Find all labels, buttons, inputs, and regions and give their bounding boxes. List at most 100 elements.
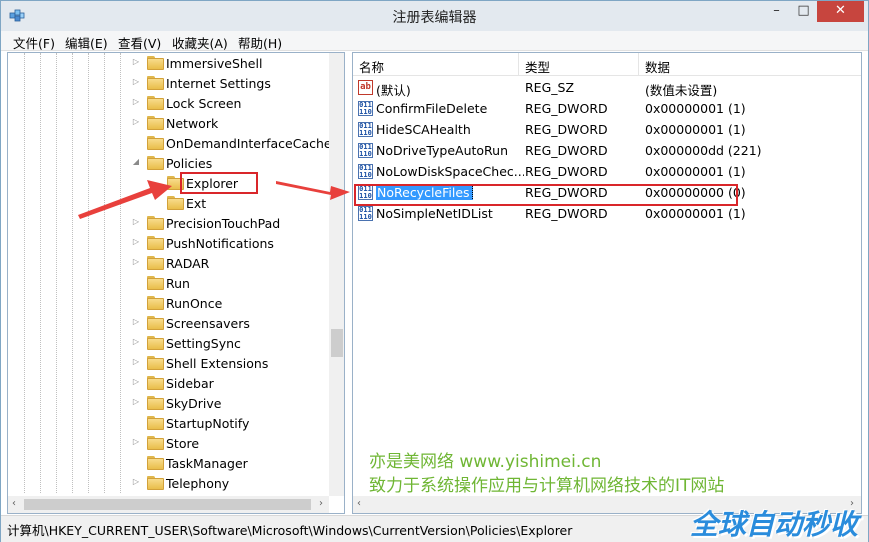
tree-item[interactable]: ▷ Lock Screen <box>8 94 328 114</box>
tree-horizontal-scrollbar[interactable]: ‹ › <box>8 496 329 513</box>
value-type: REG_DWORD <box>525 206 608 221</box>
tree-item-label: ImmersiveShell <box>166 56 263 71</box>
tree-item-label: Telephony <box>166 476 230 491</box>
tree-vertical-scrollbar[interactable] <box>329 53 344 496</box>
value-row[interactable]: 011 110 NoDriveTypeAutoRun REG_DWORD 0x0000… <box>353 140 861 161</box>
expand-arrow-icon[interactable]: ▷ <box>131 437 141 446</box>
folder-icon <box>147 156 164 170</box>
tree-item-label: Store <box>166 436 200 451</box>
column-header-type[interactable]: 类型 <box>519 53 639 75</box>
tree-item[interactable]: ▷ Store <box>8 434 328 454</box>
tree-item[interactable]: ▷ Sidebar <box>8 374 328 394</box>
tree-item-label: PushNotifications <box>166 236 274 251</box>
value-type: REG_DWORD <box>525 101 608 116</box>
expand-arrow-icon[interactable]: ▷ <box>131 97 141 106</box>
value-name-text: (默认) <box>376 83 411 98</box>
values-pane[interactable]: 名称 类型 数据 ab (默认) REG_SZ (数值未设置) 011 110 Confi… <box>352 52 862 514</box>
binary-value-icon: 011 110 <box>358 122 373 137</box>
value-row[interactable]: 011 110 HideSCAHealth REG_DWORD 0x00000001 … <box>353 119 861 140</box>
tree-item[interactable]: ▷ PrecisionTouchPad <box>8 214 328 234</box>
value-row[interactable]: 011 110 ConfirmFileDelete REG_DWORD 0x00000… <box>353 98 861 119</box>
tree-item-label: Lock Screen <box>166 96 242 111</box>
folder-icon <box>147 336 164 350</box>
folder-icon <box>147 316 164 330</box>
tree-item[interactable]: ▷ ImmersiveShell <box>8 54 328 74</box>
value-data: 0x00000001 (1) <box>645 101 746 116</box>
folder-icon <box>147 376 164 390</box>
tree-item[interactable]: ▷ SettingSync <box>8 334 328 354</box>
tree-item[interactable]: TaskManager <box>8 454 328 474</box>
collapse-arrow-icon[interactable]: ◢ <box>131 157 141 166</box>
tree-horizontal-scroll-thumb[interactable] <box>24 499 311 510</box>
folder-icon <box>147 296 164 310</box>
expand-arrow-icon[interactable]: ▷ <box>131 377 141 386</box>
folder-icon <box>167 196 184 210</box>
expand-arrow-icon[interactable]: ▷ <box>131 217 141 226</box>
tree-item-label: SkyDrive <box>166 396 222 411</box>
value-type: REG_DWORD <box>525 143 608 158</box>
tree-item[interactable]: Explorer <box>8 172 328 194</box>
close-button[interactable]: ✕ <box>817 1 864 22</box>
value-row[interactable]: 011 110 NoLowDiskSpaceChec... REG_DWORD 0x0… <box>353 161 861 182</box>
menu-edit[interactable]: 编辑(E) <box>65 33 108 52</box>
expand-arrow-icon[interactable]: ▷ <box>131 477 141 486</box>
menu-help[interactable]: 帮助(H) <box>238 33 282 52</box>
folder-icon <box>147 396 164 410</box>
tree-item[interactable]: Run <box>8 274 328 294</box>
expand-arrow-icon[interactable]: ▷ <box>131 77 141 86</box>
expand-arrow-icon[interactable]: ▷ <box>131 317 141 326</box>
folder-icon <box>147 476 164 490</box>
value-name-text: NoDriveTypeAutoRun <box>376 143 509 158</box>
tree-item[interactable]: ▷ Telephony <box>8 474 328 494</box>
tree-vertical-scroll-thumb[interactable] <box>331 329 343 357</box>
scroll-right-icon[interactable]: › <box>319 498 323 509</box>
value-data: 0x00000001 (1) <box>645 122 746 137</box>
column-header-data[interactable]: 数据 <box>639 53 861 75</box>
tree-item-label: SettingSync <box>166 336 241 351</box>
tree-item[interactable]: ▷ RADAR <box>8 254 328 274</box>
expand-arrow-icon[interactable]: ▷ <box>131 337 141 346</box>
value-name-text: ConfirmFileDelete <box>376 101 488 116</box>
tree-item-label: Screensavers <box>166 316 250 331</box>
binary-value-icon: 011 110 <box>358 164 373 179</box>
expand-arrow-icon[interactable]: ▷ <box>131 237 141 246</box>
scroll-left-icon[interactable]: ‹ <box>357 498 361 509</box>
tree-item[interactable]: RunOnce <box>8 294 328 314</box>
menu-favorites[interactable]: 收藏夹(A) <box>172 33 228 52</box>
folder-icon <box>147 416 164 430</box>
value-name: NoSimpleNetIDList <box>376 206 524 221</box>
watermark-line-1: 亦是美网络 www.yishimei.cn <box>369 452 602 472</box>
expand-arrow-icon[interactable]: ▷ <box>131 257 141 266</box>
minimize-button[interactable]: – <box>763 1 790 22</box>
tree-item[interactable]: Ext <box>8 194 328 214</box>
tree-item[interactable]: ▷ Shell Extensions <box>8 354 328 374</box>
tree-item[interactable]: OnDemandInterfaceCache <box>8 134 332 154</box>
tree-item[interactable]: ▷ PushNotifications <box>8 234 328 254</box>
tree-item[interactable]: ▷ Screensavers <box>8 314 328 334</box>
value-name-text: NoLowDiskSpaceChec... <box>376 164 524 179</box>
tree-item[interactable]: ▷ Network <box>8 114 328 134</box>
tree-item[interactable]: StartupNotify <box>8 414 328 434</box>
value-name-text: NoSimpleNetIDList <box>376 206 493 221</box>
binary-value-icon: 011 110 <box>358 206 373 221</box>
value-row[interactable]: ab (默认) REG_SZ (数值未设置) <box>353 77 861 98</box>
scroll-left-icon[interactable]: ‹ <box>12 498 16 509</box>
expand-arrow-icon[interactable]: ▷ <box>131 117 141 126</box>
folder-icon <box>147 96 164 110</box>
tree-item[interactable]: ◢ Policies <box>8 154 328 174</box>
key-tree-pane[interactable]: ▷ ImmersiveShell ▷ Internet Settings ▷ Lock S… <box>7 52 345 514</box>
column-header-name[interactable]: 名称 <box>353 53 519 75</box>
value-row[interactable]: 011 110 NoSimpleNetIDList REG_DWORD 0x00000… <box>353 203 861 224</box>
annotation-highlight-box <box>180 172 258 194</box>
maximize-button[interactable]: □ <box>790 1 817 22</box>
expand-arrow-icon[interactable]: ▷ <box>131 57 141 66</box>
tree-item[interactable]: ▷ SkyDrive <box>8 394 328 414</box>
string-value-icon: ab <box>358 80 373 95</box>
menu-file[interactable]: 文件(F) <box>13 33 55 52</box>
tree-item-label: Run <box>166 276 190 291</box>
menu-view[interactable]: 查看(V) <box>118 33 161 52</box>
expand-arrow-icon[interactable]: ▷ <box>131 397 141 406</box>
tree-item[interactable]: ▷ Internet Settings <box>8 74 328 94</box>
tree-item-label: Shell Extensions <box>166 356 269 371</box>
expand-arrow-icon[interactable]: ▷ <box>131 357 141 366</box>
